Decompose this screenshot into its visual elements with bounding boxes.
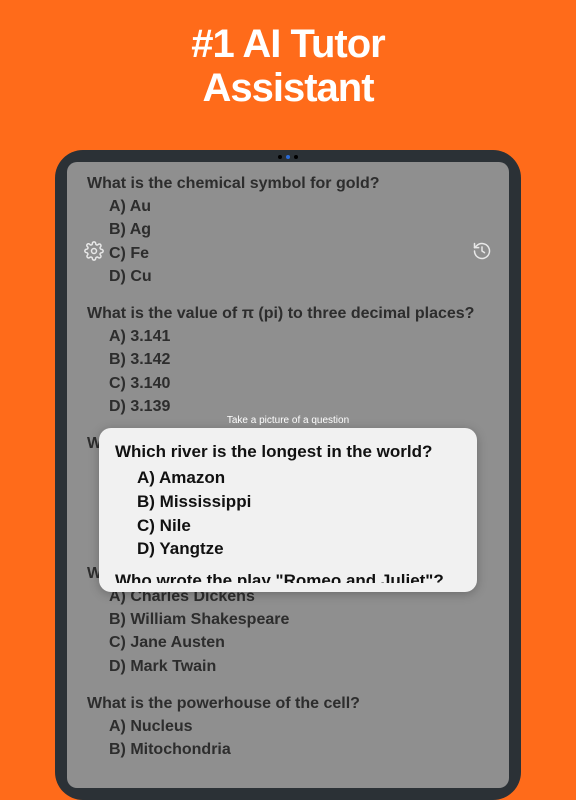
bg-question-prompt: What is the chemical symbol for gold?	[87, 172, 489, 195]
bg-question-option: A) 3.141	[87, 325, 489, 348]
capture-option: A) Amazon	[115, 466, 461, 490]
history-button[interactable]	[471, 240, 493, 262]
capture-card[interactable]: Which river is the longest in the world?…	[99, 428, 477, 592]
bg-question-option: B) William Shakespeare	[87, 608, 489, 631]
bg-question-option: D) Mark Twain	[87, 655, 489, 678]
tablet-camera	[268, 154, 308, 159]
bg-question-prompt: What is the powerhouse of the cell?	[87, 692, 489, 715]
capture-question-prompt: Which river is the longest in the world?	[115, 442, 461, 462]
headline-line-1: #1 AI Tutor	[191, 22, 384, 66]
capture-next-peek: Who wrote the play "Romeo and Juliet"?	[115, 571, 461, 583]
marketing-headline: #1 AI Tutor Assistant	[0, 0, 576, 110]
headline-line-2: Assistant	[202, 66, 373, 110]
history-icon	[472, 241, 492, 261]
gear-icon	[84, 241, 104, 261]
capture-hint: Take a picture of a question	[67, 415, 509, 426]
bg-question-option: B) 3.142	[87, 348, 489, 371]
capture-option: C) Nile	[115, 514, 461, 538]
bg-question-option: A) Nucleus	[87, 715, 489, 738]
bg-question-prompt: What is the value of π (pi) to three dec…	[87, 302, 489, 325]
bg-question-option: B) Mitochondria	[87, 738, 489, 761]
bg-question: What is the chemical symbol for gold? A)…	[87, 172, 489, 288]
bg-question-option: C) Fe	[87, 242, 489, 265]
bg-question-option: C) 3.140	[87, 372, 489, 395]
bg-question: What is the powerhouse of the cell? A) N…	[87, 692, 489, 762]
bg-question-option: C) Jane Austen	[87, 631, 489, 654]
bg-question-option: A) Au	[87, 195, 489, 218]
bg-question-option: B) Ag	[87, 218, 489, 241]
settings-button[interactable]	[83, 240, 105, 262]
tablet-frame: What is the chemical symbol for gold? A)…	[55, 150, 521, 800]
bg-question: What is the value of π (pi) to three dec…	[87, 302, 489, 418]
capture-option: D) Yangtze	[115, 537, 461, 561]
capture-option: B) Mississippi	[115, 490, 461, 514]
tablet-screen: What is the chemical symbol for gold? A)…	[67, 162, 509, 788]
bg-question-option: D) Cu	[87, 265, 489, 288]
